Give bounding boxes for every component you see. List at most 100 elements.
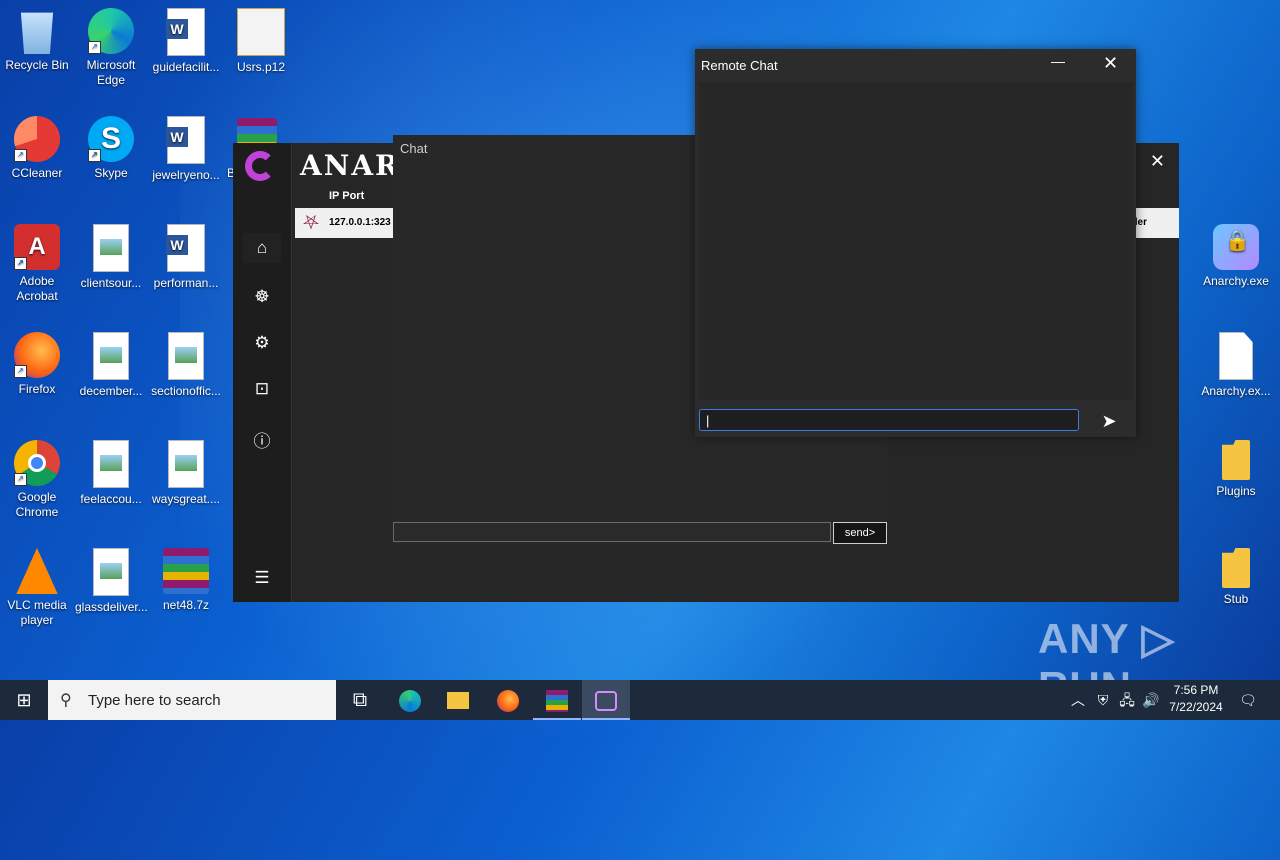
- tray-chevron-up-icon[interactable]: ︿: [1068, 680, 1088, 720]
- column-header-ip-port[interactable]: IP Port: [329, 190, 364, 202]
- desktop-icon-label: guidefacilit...: [152, 60, 220, 74]
- desktop-icon-b[interactable]: B: [225, 110, 277, 180]
- desktop-icon-label: Usrs.p12: [236, 60, 286, 74]
- chrome-icon: ↗: [14, 440, 60, 486]
- word-document-icon: W: [166, 8, 205, 56]
- windows-start-icon[interactable]: ⊞: [0, 680, 48, 720]
- chat-title: Chat: [400, 141, 428, 156]
- menu-list-icon[interactable]: ☰: [243, 563, 281, 593]
- desktop-icon-net48[interactable]: net48.7z: [150, 542, 222, 613]
- remote-chat-title: Remote Chat: [701, 58, 778, 73]
- desktop-icon-label: Recycle Bin: [5, 58, 69, 72]
- anarchy-logo-icon: [245, 151, 275, 181]
- pentagram-icon: ⛧: [303, 212, 319, 234]
- desktop-icon-recycle-bin[interactable]: Recycle Bin: [1, 2, 73, 73]
- desktop-icon-clientsour[interactable]: clientsour...: [75, 218, 147, 291]
- builder-icon[interactable]: ⊡: [243, 374, 281, 404]
- desktop-icon-december[interactable]: december...: [75, 326, 147, 399]
- desktop-icon-guidefacilit[interactable]: W guidefacilit...: [150, 2, 222, 75]
- desktop-icon-label: Anarchy.ex...: [1201, 384, 1271, 398]
- desktop-icon-label: CCleaner: [11, 166, 63, 180]
- desktop-icon-performan[interactable]: W performan...: [150, 218, 222, 291]
- recycle-bin-icon: [20, 12, 54, 54]
- tray-vpn-icon[interactable]: ⛨: [1092, 680, 1114, 720]
- desktop-icon-edge[interactable]: ↗ Microsoft Edge: [75, 2, 147, 88]
- anarchy-lock-icon: [1213, 224, 1259, 270]
- blank-file-icon: [1219, 332, 1253, 380]
- minimize-button[interactable]: —: [1051, 53, 1065, 69]
- desktop-icon-label: glassdeliver...: [75, 600, 148, 614]
- word-document-icon: W: [166, 224, 205, 272]
- chat-message-input[interactable]: [393, 522, 831, 542]
- folder-icon: [1222, 548, 1250, 588]
- desktop-icon-firefox[interactable]: ↗ Firefox: [1, 326, 73, 397]
- desktop-icon-skype[interactable]: S ↗ Skype: [75, 110, 147, 181]
- skype-icon: S ↗: [88, 116, 134, 162]
- word-document-icon: W: [166, 116, 205, 164]
- desktop-icon-label: Plugins: [1216, 484, 1256, 498]
- task-view-icon[interactable]: ⧉: [336, 680, 384, 720]
- desktop-icon-label: Adobe Acrobat: [16, 274, 58, 303]
- desktop-icon-glassdeliver[interactable]: glassdeliver...: [75, 542, 148, 615]
- desktop-icon-label: Microsoft Edge: [86, 58, 136, 87]
- desktop-icon-usrs-p12[interactable]: Usrs.p12: [225, 2, 297, 75]
- taskbar-clock[interactable]: 7:56 PM 7/22/2024: [1163, 682, 1229, 716]
- certificate-icon: [237, 8, 285, 56]
- desktop-icon-plugins[interactable]: Plugins: [1200, 434, 1272, 499]
- home-icon[interactable]: ⌂: [243, 233, 281, 263]
- remote-chat-messages: [699, 82, 1133, 400]
- taskbar: ⊞ ⚲ Type here to search ⧉ ︿ ⛨ 🖧 🔊 7:56 P…: [0, 680, 1280, 720]
- image-file-icon: [168, 332, 204, 380]
- file-explorer-icon[interactable]: [434, 680, 482, 720]
- clock-date: 7/22/2024: [1169, 700, 1223, 714]
- desktop-icon-adobe-acrobat[interactable]: A ↗ Adobe Acrobat: [1, 218, 73, 304]
- network-icon[interactable]: 🖧: [1116, 680, 1138, 720]
- remote-chat-window: Remote Chat — ✕ | ➤: [695, 49, 1136, 437]
- desktop-icon-anarchy-exe[interactable]: Anarchy.exe: [1200, 218, 1272, 289]
- notification-icon[interactable]: 🗨: [1236, 680, 1260, 720]
- desktop-icon-stub[interactable]: Stub: [1200, 542, 1272, 607]
- volume-icon[interactable]: 🔊: [1140, 680, 1162, 720]
- users-icon[interactable]: ☸: [243, 282, 281, 312]
- firefox-taskbar-icon[interactable]: [484, 680, 532, 720]
- taskbar-search-box[interactable]: ⚲ Type here to search: [48, 680, 336, 720]
- desktop-icon-jewelryeno[interactable]: W jewelryeno...: [150, 110, 222, 183]
- edge-icon: ↗: [88, 8, 134, 54]
- client-column-tail: ler: [1134, 217, 1147, 228]
- main-close-button[interactable]: ✕: [1150, 151, 1165, 172]
- acrobat-icon: A ↗: [14, 224, 60, 270]
- chat-send-button[interactable]: send>: [833, 522, 887, 544]
- desktop-icon-label: Firefox: [18, 382, 56, 396]
- send-arrow-icon[interactable]: ➤: [1089, 408, 1129, 434]
- image-file-icon: [93, 224, 129, 272]
- desktop-icon-ccleaner[interactable]: ↗ CCleaner: [1, 110, 73, 181]
- info-icon[interactable]: ⓘ: [243, 427, 281, 457]
- desktop-icon-label: Anarchy.exe: [1203, 274, 1269, 288]
- desktop-icon-vlc[interactable]: VLC media player: [1, 542, 73, 628]
- close-button[interactable]: ✕: [1103, 53, 1118, 74]
- image-file-icon: [93, 548, 129, 596]
- anarchy-taskbar-icon[interactable]: [582, 680, 630, 720]
- edge-taskbar-icon[interactable]: [386, 680, 434, 720]
- desktop-icon-label: performan...: [153, 276, 219, 290]
- search-placeholder: Type here to search: [88, 692, 221, 709]
- desktop-icon-waysgreat[interactable]: waysgreat....: [150, 434, 222, 507]
- desktop-icon-anarchy-ex2[interactable]: Anarchy.ex...: [1200, 326, 1272, 399]
- main-sidebar: ⌂ ☸ ⚙ ⊡ ⓘ ☰: [233, 143, 292, 602]
- desktop-icon-feelaccou[interactable]: feelaccou...: [75, 434, 147, 507]
- image-file-icon: [93, 332, 129, 380]
- desktop-icon-google-chrome[interactable]: ↗ Google Chrome: [1, 434, 73, 520]
- client-ip: 127.0.0.1:323: [329, 217, 391, 228]
- desktop-icon-label: jewelryeno...: [152, 168, 220, 182]
- winrar-taskbar-icon[interactable]: [533, 680, 581, 720]
- desktop-icon-label: Stub: [1223, 592, 1249, 606]
- remote-chat-input[interactable]: |: [699, 409, 1079, 431]
- desktop-icon-label: clientsour...: [80, 276, 142, 290]
- desktop-icon-label: sectionoffic...: [151, 384, 221, 398]
- desktop-icon-label: Google Chrome: [15, 490, 59, 519]
- settings-icon[interactable]: ⚙: [243, 328, 281, 358]
- search-icon: ⚲: [60, 692, 72, 709]
- ccleaner-icon: ↗: [14, 116, 60, 162]
- image-file-icon: [168, 440, 204, 488]
- desktop-icon-sectionoffic[interactable]: sectionoffic...: [150, 326, 222, 399]
